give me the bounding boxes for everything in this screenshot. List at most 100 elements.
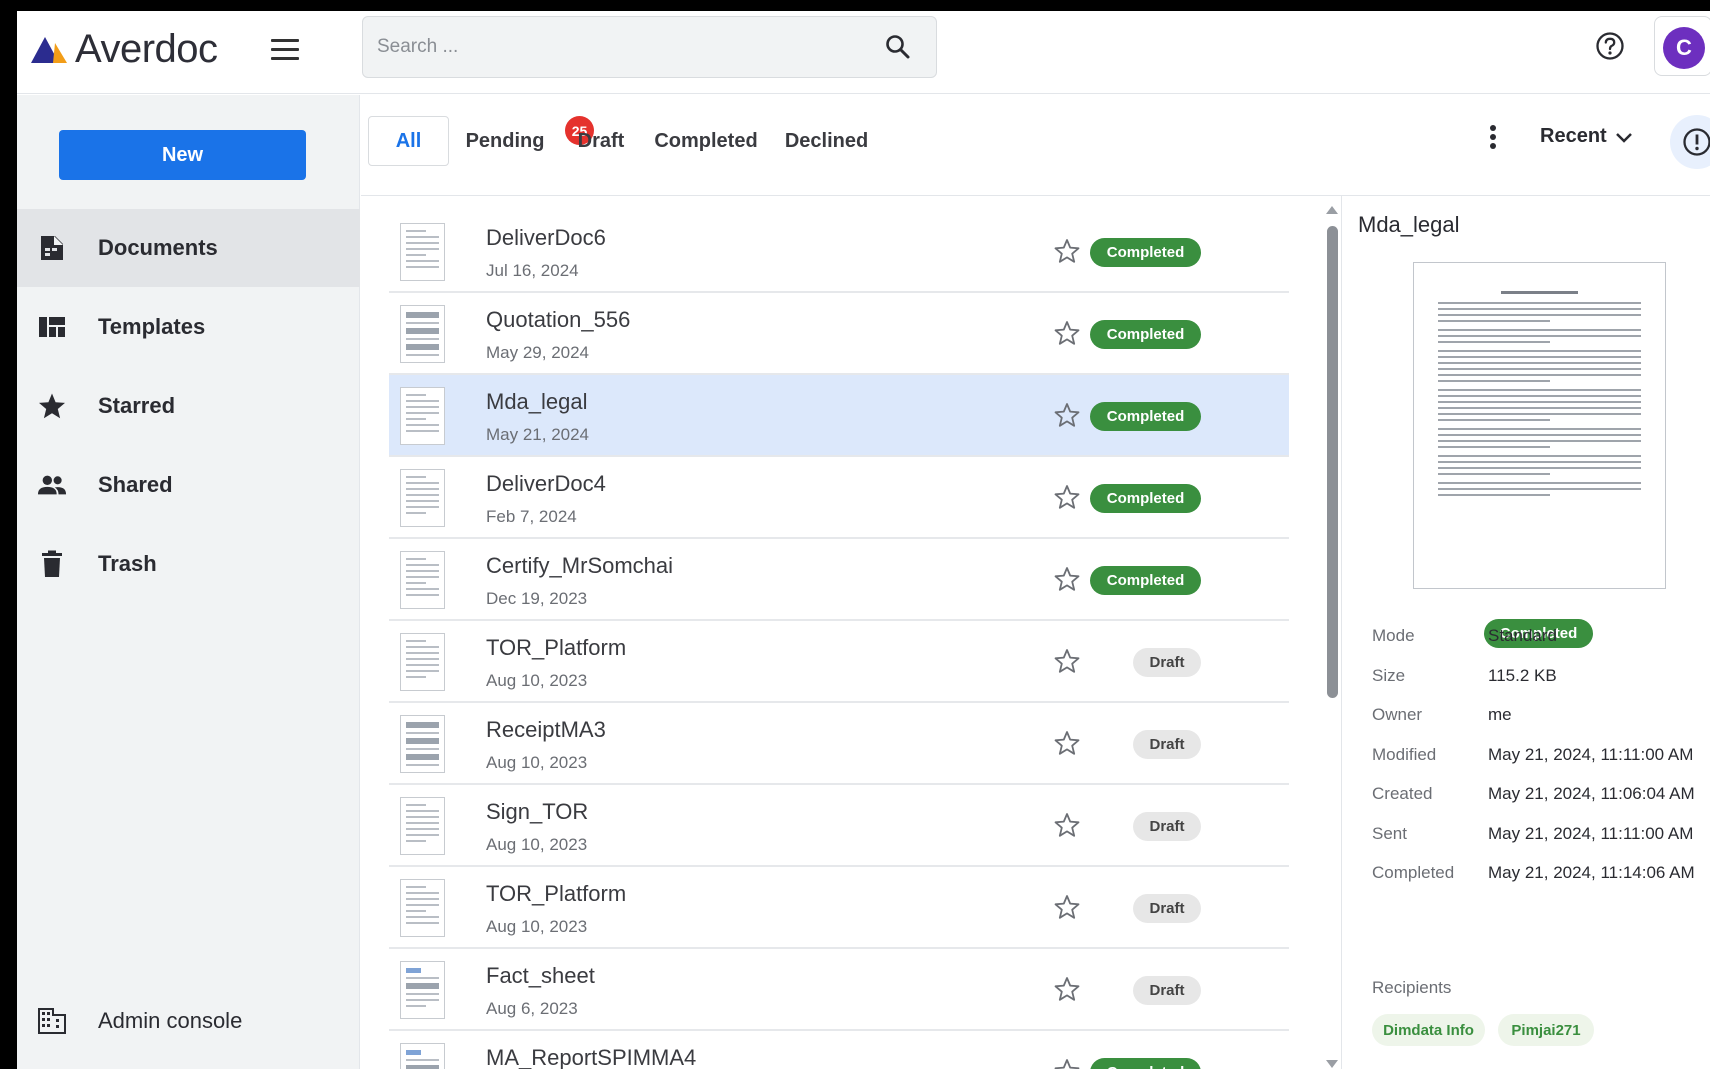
tab-completed[interactable]: Completed — [654, 116, 757, 166]
document-name: Certify_MrSomchai — [486, 553, 674, 578]
star-outline-icon[interactable] — [1054, 484, 1080, 510]
tab-all[interactable]: All — [368, 116, 449, 166]
document-name: TOR_Platform — [486, 881, 627, 906]
tab-draft[interactable]: Draft — [578, 116, 625, 166]
tab-declined[interactable]: Declined — [785, 116, 868, 166]
menu-icon[interactable] — [271, 39, 299, 63]
star-outline-icon[interactable] — [1054, 402, 1080, 428]
metadata-row: Created May 21, 2024, 11:06:04 AM — [1372, 784, 1710, 808]
metadata-label: Mode — [1372, 626, 1415, 645]
document-thumbnail — [400, 715, 445, 773]
document-name: ReceiptMA3 — [486, 717, 606, 742]
info-panel-button[interactable] — [1670, 115, 1710, 169]
sort-label: Recent — [1540, 125, 1607, 147]
metadata-value: me — [1488, 705, 1512, 724]
recipient-chip[interactable]: Pimjai271 — [1498, 1014, 1594, 1046]
sidebar-item-trash[interactable]: Trash — [17, 525, 360, 603]
document-date: May 21, 2024 — [486, 425, 590, 444]
document-row[interactable]: Sign_TOR Aug 10, 2023 Draft — [389, 785, 1289, 867]
document-row[interactable]: TOR_Platform Aug 10, 2023 Draft — [389, 621, 1289, 703]
document-thumbnail — [400, 387, 445, 445]
star-outline-icon[interactable] — [1054, 730, 1080, 756]
document-icon — [37, 233, 67, 263]
status-badge: Draft — [1133, 894, 1201, 923]
document-thumbnail — [400, 633, 445, 691]
document-date: Jul 16, 2024 — [486, 261, 579, 280]
star-outline-icon[interactable] — [1054, 320, 1080, 346]
star-outline-icon[interactable] — [1054, 976, 1080, 1002]
app-name: Averdoc — [75, 27, 218, 71]
sidebar-item-shared[interactable]: Shared — [17, 446, 360, 524]
document-name: Sign_TOR — [486, 799, 589, 824]
search-icon[interactable] — [885, 34, 911, 60]
document-date: Dec 19, 2023 — [486, 589, 588, 608]
sidebar-item-starred[interactable]: Starred — [17, 367, 360, 445]
metadata-value: 115.2 KB — [1488, 665, 1557, 685]
metadata-row: Mode Standard — [1372, 626, 1710, 650]
document-thumbnail — [400, 1043, 445, 1069]
more-options-icon[interactable] — [1488, 125, 1498, 155]
document-row[interactable]: DeliverDoc6 Jul 16, 2024 Completed — [389, 211, 1289, 293]
document-thumbnail — [400, 469, 445, 527]
document-date: Aug 10, 2023 — [486, 917, 588, 936]
document-row[interactable]: MA_ReportSPIMMA4 Completed — [389, 1031, 1289, 1069]
status-badge: Draft — [1133, 730, 1201, 759]
status-badge: Completed — [1090, 566, 1201, 595]
search-input[interactable] — [377, 31, 857, 63]
document-row[interactable]: Certify_MrSomchai Dec 19, 2023 Completed — [389, 539, 1289, 621]
building-icon — [37, 1006, 67, 1036]
scroll-thumb[interactable] — [1327, 226, 1338, 698]
star-outline-icon[interactable] — [1054, 812, 1080, 838]
recipient-chip[interactable]: Dimdata Info — [1372, 1014, 1485, 1046]
search-box[interactable] — [362, 16, 937, 78]
app-logo[interactable]: Averdoc — [31, 27, 218, 72]
document-name: Quotation_556 — [486, 307, 631, 332]
trash-icon — [37, 549, 67, 579]
document-date: May 29, 2024 — [486, 343, 590, 362]
document-row[interactable]: TOR_Platform Aug 10, 2023 Draft — [389, 867, 1289, 949]
user-avatar-button[interactable]: C — [1654, 16, 1710, 76]
scroll-up-arrow-icon[interactable] — [1326, 206, 1338, 214]
tab-pending[interactable]: Pending — [466, 116, 545, 166]
metadata-label: Modified — [1372, 744, 1437, 764]
star-outline-icon[interactable] — [1054, 566, 1080, 592]
recipients-label: Recipients — [1372, 978, 1452, 997]
help-icon[interactable] — [1595, 31, 1625, 61]
document-list: DeliverDoc6 Jul 16, 2024 Completed Quotatio… — [389, 211, 1289, 1069]
sidebar-item-templates[interactable]: Templates — [17, 288, 360, 366]
document-thumbnail — [400, 961, 445, 1019]
star-icon — [37, 391, 67, 421]
document-row[interactable]: Mda_legal May 21, 2024 Completed — [389, 375, 1289, 457]
document-row[interactable]: ReceiptMA3 Aug 10, 2023 Draft — [389, 703, 1289, 785]
status-badge: Draft — [1133, 812, 1201, 841]
star-outline-icon[interactable] — [1054, 1058, 1080, 1069]
status-badge: Completed — [1090, 238, 1201, 267]
templates-icon — [37, 312, 67, 342]
sort-select[interactable]: Recent — [1540, 125, 1635, 148]
document-date: Feb 7, 2024 — [486, 507, 577, 526]
document-thumbnail — [400, 551, 445, 609]
star-outline-icon[interactable] — [1054, 238, 1080, 264]
list-scrollbar[interactable] — [1322, 196, 1342, 1069]
star-outline-icon[interactable] — [1054, 894, 1080, 920]
new-button[interactable]: New — [59, 130, 306, 180]
metadata-value: May 21, 2024, 11:14:06 AM — [1488, 863, 1695, 882]
details-title: Mda_legal — [1358, 212, 1460, 237]
filter-tabs: All Pending 25 Draft Completed Declined … — [361, 95, 1710, 196]
sidebar-item-documents[interactable]: Documents — [17, 209, 360, 287]
top-bar: Averdoc C — [17, 11, 1710, 94]
metadata-value: Standard — [1488, 626, 1557, 645]
document-date: Aug 10, 2023 — [486, 753, 588, 772]
document-name: DeliverDoc6 — [486, 225, 606, 250]
sidebar-item-admin-console[interactable]: Admin console — [17, 982, 360, 1060]
document-row[interactable]: Quotation_556 May 29, 2024 Completed — [389, 293, 1289, 375]
sidebar-item-label: Templates — [98, 314, 206, 339]
star-outline-icon[interactable] — [1054, 648, 1080, 674]
scroll-down-arrow-icon[interactable] — [1326, 1060, 1338, 1068]
document-preview[interactable] — [1413, 262, 1666, 589]
sidebar: New Documents Templates Starred Shared T… — [17, 95, 360, 1069]
document-row[interactable]: Fact_sheet Aug 6, 2023 Draft — [389, 949, 1289, 1031]
status-badge: Completed — [1090, 402, 1201, 431]
document-row[interactable]: DeliverDoc4 Feb 7, 2024 Completed — [389, 457, 1289, 539]
metadata-label: Sent — [1372, 823, 1407, 843]
